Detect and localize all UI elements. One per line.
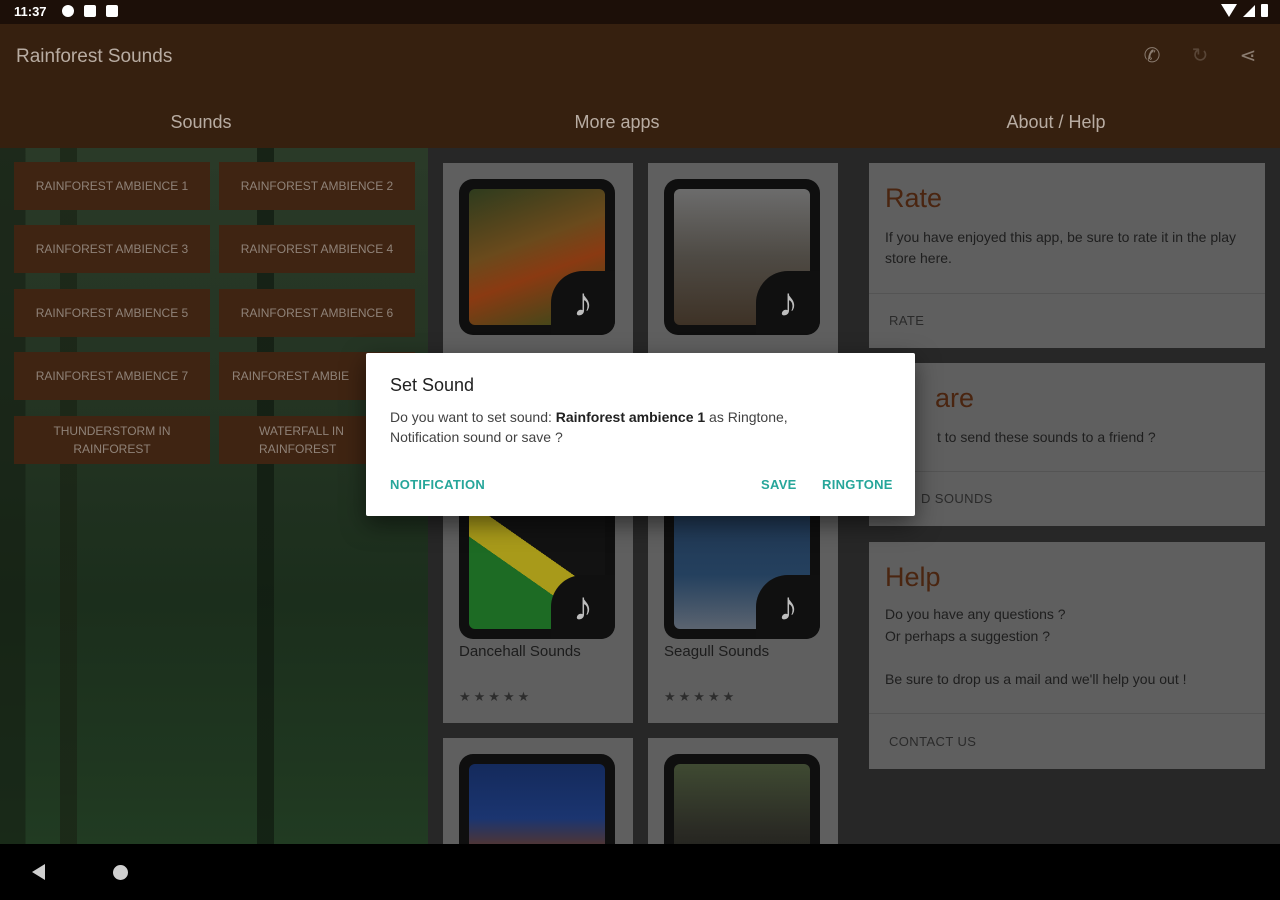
- dialog-message-prefix: Do you want to set sound:: [390, 409, 556, 425]
- notification-button[interactable]: NOTIFICATION: [390, 477, 485, 492]
- dialog-sound-name: Rainforest ambience 1: [555, 409, 706, 425]
- dialog-message-suffix: as Ringtone,: [705, 409, 788, 425]
- dialog-message-line2: Notification sound or save ?: [390, 429, 563, 445]
- save-button[interactable]: SAVE: [761, 477, 797, 492]
- back-icon[interactable]: [32, 864, 45, 880]
- home-icon[interactable]: [113, 865, 128, 880]
- dialog-message: Do you want to set sound: Rainforest amb…: [390, 407, 890, 447]
- ringtone-button[interactable]: RINGTONE: [822, 477, 893, 492]
- navigation-bar: [0, 844, 1280, 900]
- set-sound-dialog: Set Sound Do you want to set sound: Rain…: [366, 353, 915, 516]
- dialog-title: Set Sound: [390, 375, 475, 395]
